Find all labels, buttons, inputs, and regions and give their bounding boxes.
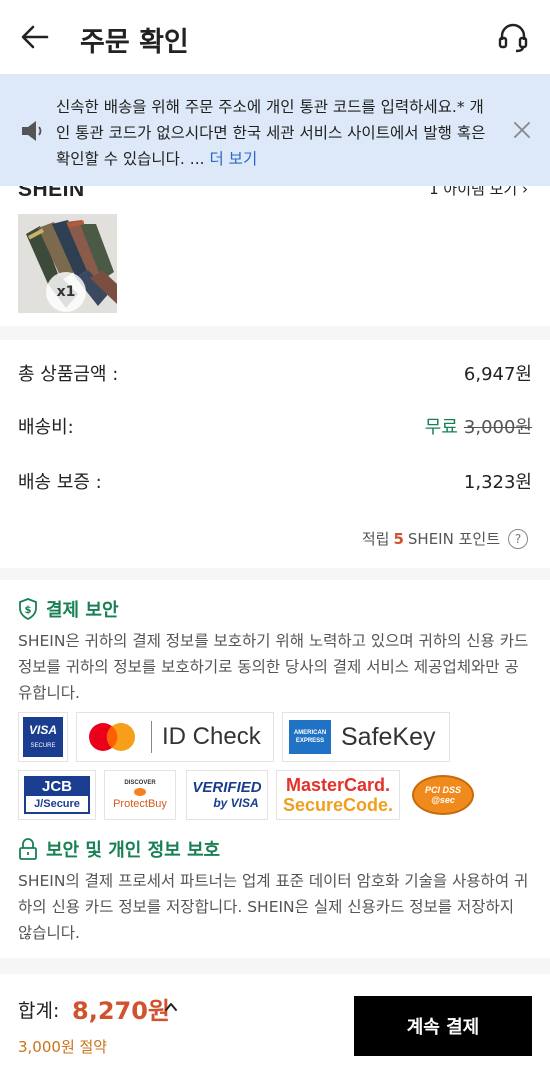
arrow-left-icon[interactable]: [20, 22, 50, 52]
subtotal-row: 총 상품금액 : 6,947원: [18, 360, 532, 386]
privacy-text: SHEIN의 결제 프로세서 파트너는 업계 표준 데이터 암호화 기술을 사용…: [18, 872, 529, 942]
top-bar: 주문 확인: [0, 0, 550, 74]
chevron-up-icon[interactable]: [162, 998, 180, 1016]
amex-logo: AMERICAN EXPRESS: [289, 720, 331, 754]
headset-icon[interactable]: [498, 22, 528, 54]
mastercard-id-check-badge: ID Check: [76, 712, 274, 762]
jcb-logo: JCB J/Secure: [24, 776, 90, 814]
customs-code-banner: 신속한 배송을 위해 주문 주소에 개인 통관 코드를 입력하세요.* 개인 통…: [0, 74, 550, 186]
total-amount[interactable]: 8,270원: [72, 991, 170, 1026]
shipping-label: 배송비:: [18, 417, 74, 438]
pci-top: PCI DSS: [424, 785, 461, 795]
discover-bottom: ProtectBuy: [113, 798, 167, 810]
continue-payment-button[interactable]: 계속 결제: [354, 996, 532, 1056]
close-icon[interactable]: [512, 120, 532, 140]
pci-dss-logo: PCI DSS @sec: [412, 775, 474, 815]
view-items-label: 1 아이템 보기: [429, 186, 518, 198]
subtotal-value: 6,947원: [463, 364, 532, 385]
mastercard-securecode-badge: MasterCard. SecureCode.: [276, 770, 400, 820]
safekey-text: SafeKey: [341, 722, 436, 751]
price-summary: 총 상품금액 : 6,947원 배송비: 무료 3,000원 배송 보증 : 1,…: [0, 340, 550, 568]
pci-dss-badge: PCI DSS @sec: [408, 770, 478, 820]
mc-bottom: SecureCode.: [282, 795, 394, 815]
discover-dot: [134, 788, 146, 796]
guarantee-value: 1,323원: [463, 472, 532, 493]
payment-security-title: $ 결제 보안: [18, 596, 119, 622]
subtotal-label: 총 상품금액 :: [18, 364, 119, 385]
amex-top: AMERICAN: [293, 730, 327, 736]
total-label: 합계:: [18, 1000, 60, 1022]
privacy-label: 보안 및 개인 정보 보호: [46, 840, 221, 861]
view-items-link[interactable]: 1 아이템 보기 ›: [429, 186, 528, 199]
visa-secure-logo: VISA SECURE: [23, 717, 63, 757]
privacy-title: 보안 및 개인 정보 보호: [18, 836, 220, 862]
discover-top: DISCOVER: [124, 780, 156, 786]
mc-top: MasterCard.: [285, 775, 391, 795]
payment-security-label: 결제 보안: [46, 600, 119, 621]
amex-safekey-badge: AMERICAN EXPRESS SafeKey: [282, 712, 450, 762]
verified-bottom: by VISA: [213, 796, 259, 810]
visa-bottom: SECURE: [30, 743, 56, 749]
see-more-link[interactable]: 더 보기: [210, 150, 258, 168]
quantity-badge: x1: [46, 272, 86, 312]
lock-icon: [19, 838, 37, 860]
guarantee-label: 배송 보증 :: [18, 472, 102, 493]
shield-icon: $: [19, 598, 37, 620]
badge-divider: [151, 721, 152, 753]
mastercard-icon: [89, 723, 135, 751]
banner-text: 신속한 배송을 위해 주문 주소에 개인 통관 코드를 입력하세요.* 개인 통…: [56, 98, 486, 168]
shipping-free: 무료: [424, 417, 458, 438]
jcb-top: JCB: [26, 778, 88, 796]
verified-top: VERIFIED: [192, 779, 262, 796]
amex-bottom: EXPRESS: [295, 738, 325, 744]
svg-text:$: $: [25, 605, 32, 616]
page-title: 주문 확인: [80, 27, 189, 58]
id-check-text: ID Check: [162, 723, 261, 750]
discover-protectbuy-badge: DISCOVER ProtectBuy: [104, 770, 176, 820]
points-suffix: SHEIN 포인트: [407, 530, 500, 548]
shipping-value: 무료 3,000원: [425, 413, 532, 439]
points-info: 적립 5 SHEIN 포인트 ?: [362, 528, 528, 549]
payment-security-text: SHEIN은 귀하의 결제 정보를 보호하기 위해 노력하고 있으며 귀하의 신…: [18, 632, 529, 702]
shop-section: SHEIN 1 아이템 보기 › x1: [0, 186, 550, 326]
checkout-bar: 합계: 8,270원 3,000원 절약 계속 결제: [0, 974, 550, 1068]
visa-secure-badge: VISA SECURE: [18, 712, 68, 762]
verified-by-visa-badge: VERIFIED by VISA: [186, 770, 268, 820]
visa-top: VISA: [28, 723, 57, 737]
savings-text: 3,000원 절약: [18, 1038, 108, 1056]
pci-bottom: @sec: [431, 795, 455, 805]
help-icon[interactable]: ?: [508, 528, 528, 549]
banner-message: 신속한 배송을 위해 주문 주소에 개인 통관 코드를 입력하세요.* 개인 통…: [56, 94, 496, 172]
shipping-original-price: 3,000원: [463, 417, 532, 438]
speaker-icon: [22, 121, 42, 141]
jcb-bottom: J/Secure: [34, 798, 80, 810]
security-section: $ 결제 보안 SHEIN은 귀하의 결제 정보를 보호하기 위해 노력하고 있…: [0, 580, 550, 958]
shipping-row: 배송비: 무료 3,000원: [18, 413, 532, 439]
jcb-secure-badge: JCB J/Secure: [18, 770, 96, 820]
guarantee-row: 배송 보증 : 1,323원: [18, 468, 532, 494]
product-thumbnail[interactable]: x1: [18, 214, 117, 313]
points-value: 5: [393, 529, 404, 548]
points-prefix: 적립: [361, 530, 390, 548]
shop-name: SHEIN: [18, 186, 85, 201]
